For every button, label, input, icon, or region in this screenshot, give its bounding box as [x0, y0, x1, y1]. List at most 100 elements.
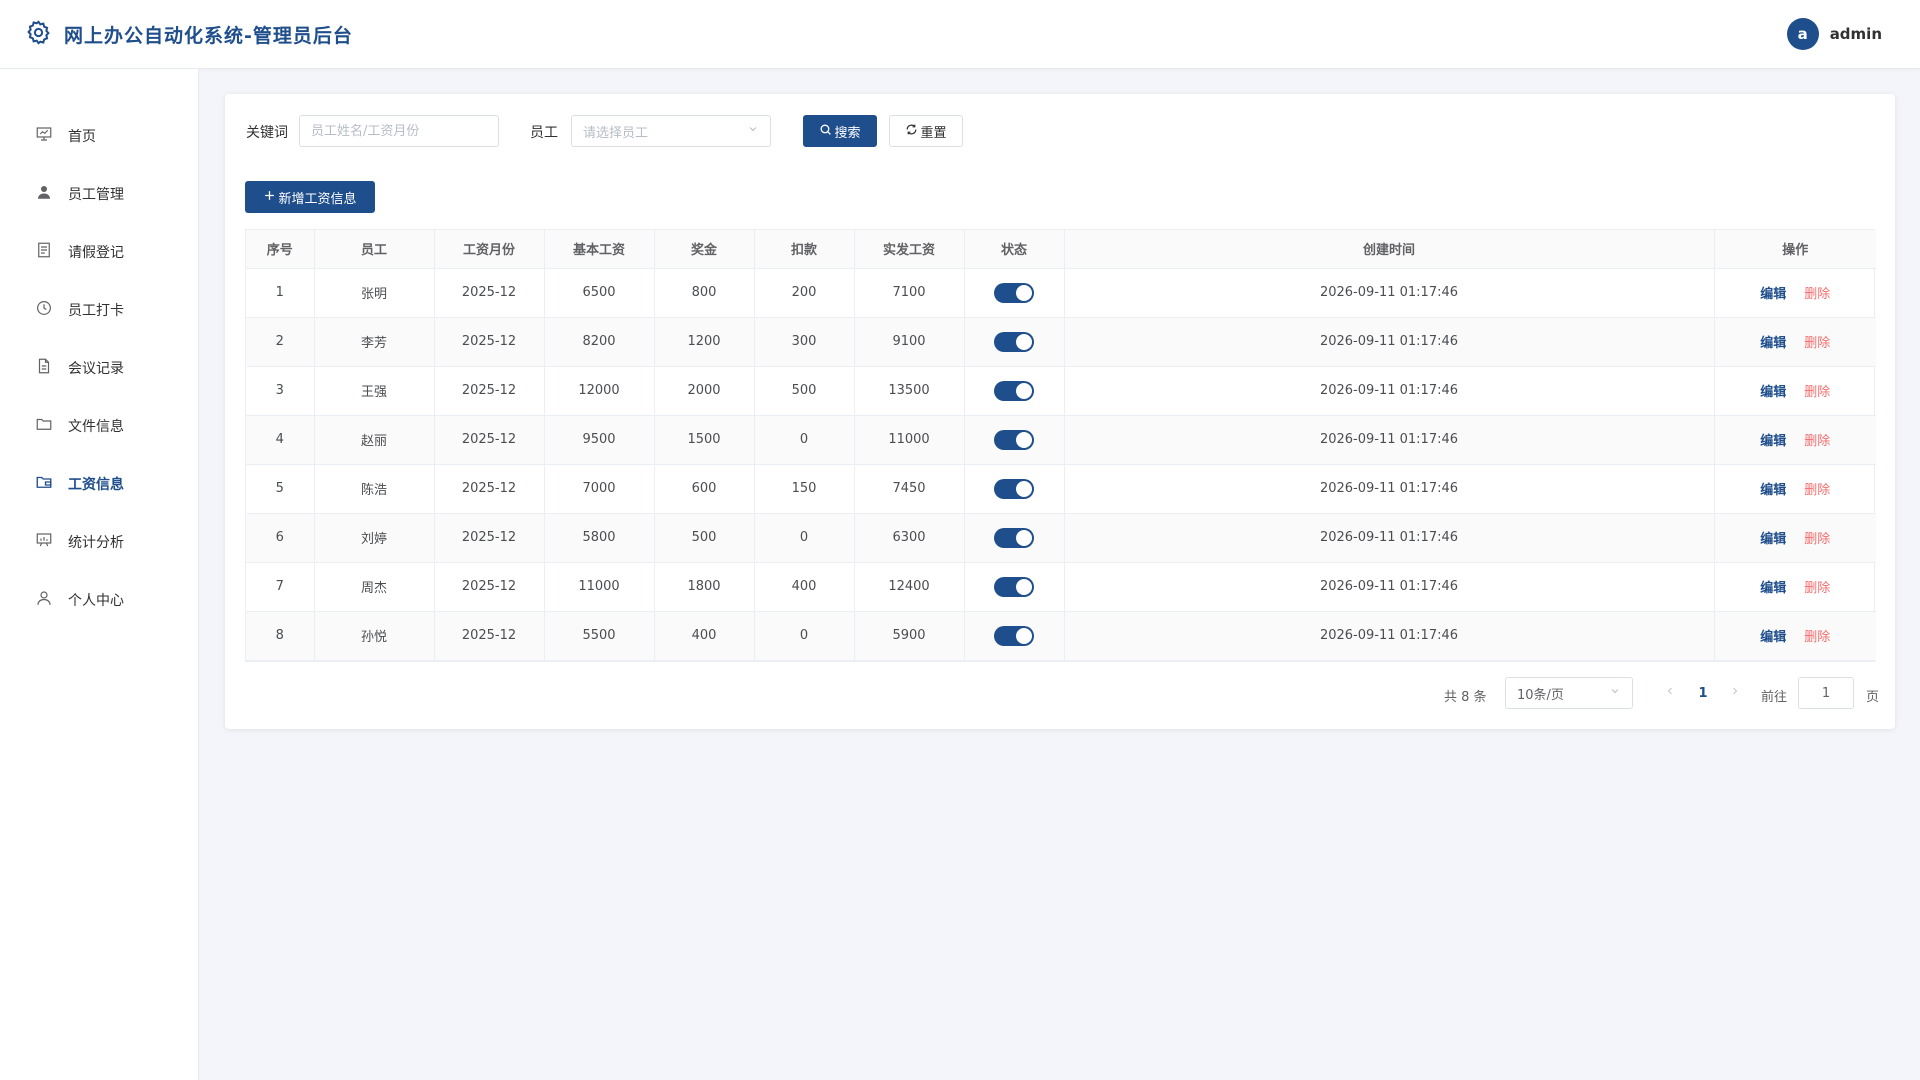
delete-button[interactable]: 删除: [1804, 581, 1830, 596]
sidebar-item-salary[interactable]: 工资信息: [0, 464, 199, 504]
cell-deduction: 400: [754, 562, 855, 612]
sidebar-item-profile[interactable]: 个人中心: [0, 580, 199, 620]
column-header-status: 状态: [964, 230, 1065, 269]
cell-month: 2025-12: [434, 415, 545, 465]
sidebar-item-label: 会议记录: [68, 361, 124, 377]
cell-no: 2: [246, 317, 315, 367]
cell-net: 6300: [854, 513, 965, 563]
edit-button[interactable]: 编辑: [1760, 385, 1786, 400]
reset-button[interactable]: 重置: [889, 115, 963, 147]
cell-actions: 编辑 删除: [1714, 317, 1876, 367]
delete-button[interactable]: 删除: [1804, 287, 1830, 302]
refresh-icon: [905, 123, 920, 140]
cell-deduction: 200: [754, 268, 855, 318]
search-icon: [819, 123, 834, 140]
next-page-button[interactable]: [1725, 682, 1745, 704]
edit-button[interactable]: 编辑: [1760, 287, 1786, 302]
cell-status: [964, 268, 1065, 318]
chevron-down-icon: [747, 123, 759, 139]
delete-button[interactable]: 删除: [1804, 483, 1830, 498]
status-toggle[interactable]: [994, 380, 1034, 401]
cell-no: 6: [246, 513, 315, 563]
goto-page-input[interactable]: [1798, 677, 1854, 709]
delete-button[interactable]: 删除: [1804, 630, 1830, 645]
sidebar-item-files[interactable]: 文件信息: [0, 406, 199, 446]
employee-label: 员工: [530, 125, 558, 141]
cell-month: 2025-12: [434, 317, 545, 367]
cell-no: 7: [246, 562, 315, 612]
folder-icon: [35, 415, 53, 437]
table-row: 1 张明 2025-12 6500 800 200 7100 2026-09-1…: [246, 268, 1876, 318]
table-row: 5 陈浩 2025-12 7000 600 150 7450 2026-09-1…: [246, 464, 1876, 514]
cell-base: 5800: [544, 513, 655, 563]
add-salary-button[interactable]: 新增工资信息: [245, 181, 375, 213]
cell-created: 2026-09-11 01:17:46: [1064, 513, 1715, 563]
cell-created: 2026-09-11 01:17:46: [1064, 562, 1715, 612]
edit-button[interactable]: 编辑: [1760, 581, 1786, 596]
cell-status: [964, 366, 1065, 416]
prev-page-button[interactable]: [1660, 682, 1680, 704]
wallet-folder-icon: [35, 473, 53, 495]
user-menu[interactable]: a admin: [1786, 18, 1882, 50]
sidebar-item-statistics[interactable]: 统计分析: [0, 522, 199, 562]
cell-actions: 编辑 删除: [1714, 513, 1876, 563]
cell-bonus: 2000: [654, 366, 755, 416]
username[interactable]: admin: [1830, 25, 1882, 43]
cell-deduction: 500: [754, 366, 855, 416]
page-size-select[interactable]: 10条/页: [1505, 677, 1633, 709]
delete-button[interactable]: 删除: [1804, 532, 1830, 547]
cell-created: 2026-09-11 01:17:46: [1064, 611, 1715, 661]
status-toggle[interactable]: [994, 576, 1034, 597]
cell-actions: 编辑 删除: [1714, 268, 1876, 318]
cell-actions: 编辑 删除: [1714, 415, 1876, 465]
status-toggle[interactable]: [994, 282, 1034, 303]
user-outline-icon: [35, 589, 53, 611]
keyword-input[interactable]: [299, 115, 499, 147]
sidebar-item-employees[interactable]: 员工管理: [0, 174, 199, 214]
chart-board-icon: [35, 531, 53, 553]
brand: 网上办公自动化系统-管理员后台: [25, 19, 353, 50]
cell-bonus: 1500: [654, 415, 755, 465]
edit-button[interactable]: 编辑: [1760, 630, 1786, 645]
edit-button[interactable]: 编辑: [1760, 434, 1786, 449]
cell-bonus: 1200: [654, 317, 755, 367]
sidebar-item-meetings[interactable]: 会议记录: [0, 348, 199, 388]
status-toggle[interactable]: [994, 478, 1034, 499]
cell-created: 2026-09-11 01:17:46: [1064, 317, 1715, 367]
cell-deduction: 0: [754, 513, 855, 563]
cell-status: [964, 611, 1065, 661]
sidebar-item-leave[interactable]: 请假登记: [0, 232, 199, 272]
cell-no: 8: [246, 611, 315, 661]
cell-status: [964, 464, 1065, 514]
column-header-actions: 操作: [1714, 230, 1876, 269]
avatar[interactable]: a: [1786, 18, 1819, 50]
edit-button[interactable]: 编辑: [1760, 336, 1786, 351]
status-toggle[interactable]: [994, 625, 1034, 646]
sidebar-item-label: 工资信息: [68, 477, 124, 493]
cell-deduction: 0: [754, 611, 855, 661]
chevron-down-icon: [1609, 685, 1621, 701]
cell-bonus: 800: [654, 268, 755, 318]
cell-base: 7000: [544, 464, 655, 514]
cell-employee: 刘婷: [314, 513, 435, 563]
search-button[interactable]: 搜索: [803, 115, 877, 147]
page-number[interactable]: 1: [1691, 682, 1715, 704]
delete-button[interactable]: 删除: [1804, 336, 1830, 351]
status-toggle[interactable]: [994, 429, 1034, 450]
sidebar-item-label: 统计分析: [68, 535, 124, 551]
edit-button[interactable]: 编辑: [1760, 532, 1786, 547]
delete-button[interactable]: 删除: [1804, 434, 1830, 449]
column-header-created: 创建时间: [1064, 230, 1715, 269]
column-header-deduction: 扣款: [754, 230, 855, 269]
column-header-employee: 员工: [314, 230, 435, 269]
cell-net: 7100: [854, 268, 965, 318]
employee-select[interactable]: 请选择员工: [571, 115, 771, 147]
cell-month: 2025-12: [434, 562, 545, 612]
status-toggle[interactable]: [994, 527, 1034, 548]
cell-deduction: 150: [754, 464, 855, 514]
edit-button[interactable]: 编辑: [1760, 483, 1786, 498]
status-toggle[interactable]: [994, 331, 1034, 352]
sidebar-item-clock-in[interactable]: 员工打卡: [0, 290, 199, 330]
sidebar-item-home[interactable]: 首页: [0, 116, 199, 156]
delete-button[interactable]: 删除: [1804, 385, 1830, 400]
